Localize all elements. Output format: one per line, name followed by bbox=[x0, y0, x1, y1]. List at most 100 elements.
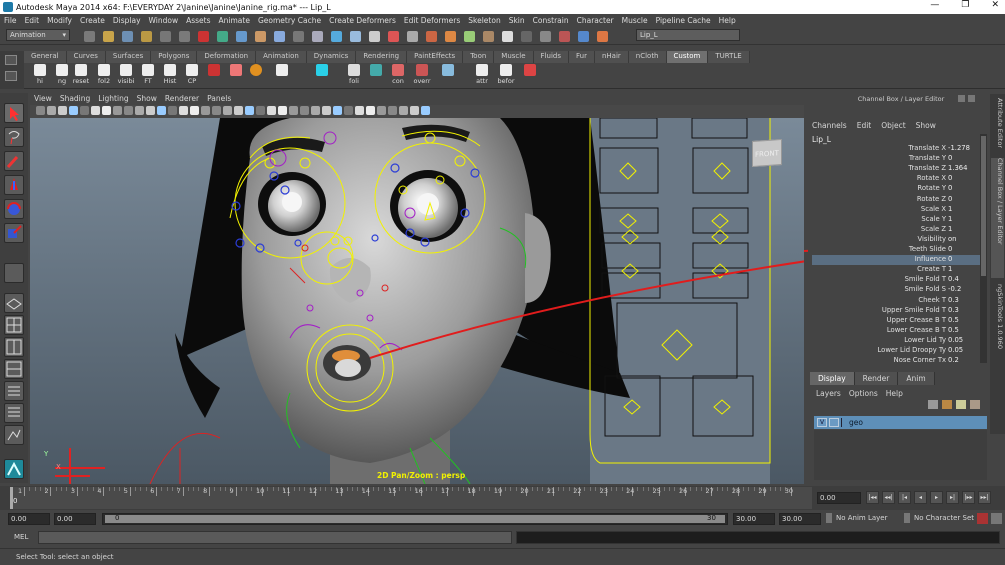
shelf-tab-polygons[interactable]: Polygons bbox=[151, 51, 198, 63]
shelf-editor-icon[interactable] bbox=[5, 71, 17, 81]
step-forward-frame-icon[interactable]: ▸| bbox=[946, 491, 959, 504]
attr-value[interactable]: 0.2 bbox=[948, 356, 959, 364]
attr-row-smile-fold-s[interactable]: Smile Fold S -0.2 bbox=[812, 285, 984, 295]
panel-tool-20-icon[interactable] bbox=[245, 106, 254, 115]
attr-value[interactable]: on bbox=[948, 235, 956, 243]
menu-animate[interactable]: Animate bbox=[219, 16, 250, 25]
menu-muscle[interactable]: Muscle bbox=[622, 16, 648, 25]
shelf-button-ft[interactable]: FT bbox=[138, 64, 158, 88]
status-tool-23-icon[interactable] bbox=[502, 31, 513, 42]
attr-row-scale-z[interactable]: Scale Z1 bbox=[812, 225, 984, 235]
channel-menu-object[interactable]: Object bbox=[881, 121, 905, 130]
shelf-button-con[interactable]: con bbox=[388, 64, 408, 88]
shelf-button-tool-15[interactable] bbox=[366, 64, 386, 88]
auto-key-icon[interactable] bbox=[977, 513, 988, 524]
ngskintools-icon[interactable] bbox=[4, 459, 24, 479]
attr-row-lower-crease-b-t[interactable]: Lower Crease B T 0.5 bbox=[812, 326, 984, 336]
status-tool-3-icon[interactable] bbox=[122, 31, 133, 42]
menu-edit-deformers[interactable]: Edit Deformers bbox=[404, 16, 460, 25]
name-field[interactable]: Lip_L bbox=[636, 29, 740, 41]
attr-row-rotate-x[interactable]: Rotate X0 bbox=[812, 174, 984, 184]
panel-tool-8-icon[interactable] bbox=[113, 106, 122, 115]
menu-help[interactable]: Help bbox=[719, 16, 736, 25]
attr-row-influence[interactable]: Influence 0 bbox=[812, 255, 984, 266]
dock-icon[interactable] bbox=[958, 95, 965, 102]
status-tool-4-icon[interactable] bbox=[141, 31, 152, 42]
status-tool-7-icon[interactable] bbox=[198, 31, 209, 42]
channel-box-scrollbar[interactable] bbox=[980, 134, 987, 363]
panel-tool-2-icon[interactable] bbox=[47, 106, 56, 115]
attr-value[interactable]: 0 bbox=[948, 195, 952, 203]
attr-row-teeth-slide[interactable]: Teeth Slide 0 bbox=[812, 245, 984, 255]
shelf-tab-ncloth[interactable]: nCloth bbox=[628, 51, 667, 63]
panel-tool-16-icon[interactable] bbox=[201, 106, 210, 115]
panel-tool-32-icon[interactable] bbox=[377, 106, 386, 115]
layer-menu-options[interactable]: Options bbox=[849, 389, 878, 398]
layer-color-swatch[interactable] bbox=[841, 418, 847, 427]
panel-tool-24-icon[interactable] bbox=[289, 106, 298, 115]
panel-tool-12-icon[interactable] bbox=[157, 106, 166, 115]
attr-value[interactable]: 0 bbox=[948, 245, 952, 253]
panel-tool-21-icon[interactable] bbox=[256, 106, 265, 115]
attr-row-upper-smile-fold-t[interactable]: Upper Smile Fold T 0.3 bbox=[812, 306, 984, 316]
status-tool-17-icon[interactable] bbox=[388, 31, 399, 42]
close-button[interactable]: ✕ bbox=[991, 0, 999, 10]
shelf-tab-turtle[interactable]: TURTLE bbox=[708, 51, 750, 63]
attr-row-smile-fold-t[interactable]: Smile Fold T 0.4 bbox=[812, 275, 984, 285]
attr-row-visibility[interactable]: Visibility on bbox=[812, 235, 984, 245]
menu-display[interactable]: Display bbox=[113, 16, 141, 25]
status-tool-15-icon[interactable] bbox=[350, 31, 361, 42]
attr-row-scale-x[interactable]: Scale X1 bbox=[812, 205, 984, 215]
channel-menu-channels[interactable]: Channels bbox=[812, 121, 847, 130]
shelf-button-visibi[interactable]: visibi bbox=[116, 64, 136, 88]
viewport-persp[interactable]: FRONT 2D Pan/Zoom : persp Y X bbox=[30, 118, 804, 484]
status-tool-16-icon[interactable] bbox=[369, 31, 380, 42]
channel-menu-edit[interactable]: Edit bbox=[857, 121, 872, 130]
attr-value[interactable]: 0 bbox=[948, 255, 952, 263]
shelf-button-overr[interactable]: overr bbox=[412, 64, 432, 88]
attr-value[interactable]: 1 bbox=[948, 215, 952, 223]
panel-tool-10-icon[interactable] bbox=[135, 106, 144, 115]
shelf-menu-icon[interactable] bbox=[5, 55, 17, 65]
status-tool-8-icon[interactable] bbox=[217, 31, 228, 42]
attr-row-lower-lid-ty[interactable]: Lower Lid Ty 0.05 bbox=[812, 336, 984, 346]
move-tool-icon[interactable] bbox=[4, 175, 24, 195]
shelf-button-tool-21[interactable] bbox=[520, 64, 540, 88]
panel-tool-36-icon[interactable] bbox=[421, 106, 430, 115]
layout-four-icon[interactable] bbox=[4, 315, 24, 335]
panel-tool-23-icon[interactable] bbox=[278, 106, 287, 115]
menu-window[interactable]: Window bbox=[149, 16, 179, 25]
attr-value[interactable]: 0 bbox=[948, 184, 952, 192]
animation-end-field[interactable]: 30.00 bbox=[779, 513, 821, 525]
attr-row-lower-lid-droopy-ty[interactable]: Lower Lid Droopy Ty 0.05 bbox=[812, 346, 984, 356]
panel-tool-19-icon[interactable] bbox=[234, 106, 243, 115]
panel-menu-renderer[interactable]: Renderer bbox=[165, 94, 199, 105]
layout-hypershade-icon[interactable] bbox=[4, 403, 24, 423]
anim-layer-field[interactable]: No Anim Layer bbox=[836, 514, 887, 522]
character-set-field[interactable]: No Character Set bbox=[914, 514, 974, 522]
shelf-tab-fluids[interactable]: Fluids bbox=[533, 51, 569, 63]
panel-tool-17-icon[interactable] bbox=[212, 106, 221, 115]
panel-tool-30-icon[interactable] bbox=[355, 106, 364, 115]
shelf-button-reset[interactable]: reset bbox=[71, 64, 91, 88]
shelf-tab-painteffects[interactable]: PaintEffects bbox=[407, 51, 464, 63]
panel-menu-lighting[interactable]: Lighting bbox=[98, 94, 128, 105]
shelf-button-befor[interactable]: befor bbox=[496, 64, 516, 88]
shelf-button-hist[interactable]: Hist bbox=[160, 64, 180, 88]
preferences-icon[interactable] bbox=[991, 513, 1002, 524]
status-tool-28-icon[interactable] bbox=[597, 31, 608, 42]
menu-edit[interactable]: Edit bbox=[25, 16, 40, 25]
lasso-tool-icon[interactable] bbox=[4, 127, 24, 147]
ngskintools-tab[interactable]: ngSkinTools 1.0.960 bbox=[991, 284, 1004, 384]
panel-tool-28-icon[interactable] bbox=[333, 106, 342, 115]
status-tool-5-icon[interactable] bbox=[160, 31, 171, 42]
panel-tool-3-icon[interactable] bbox=[58, 106, 67, 115]
playback-start-field[interactable]: 0.00 bbox=[54, 513, 96, 525]
maximize-button[interactable]: ❐ bbox=[961, 0, 969, 10]
panel-menu-shading[interactable]: Shading bbox=[60, 94, 90, 105]
attr-value[interactable]: -0.2 bbox=[948, 285, 961, 293]
layer-tab-anim[interactable]: Anim bbox=[898, 372, 935, 385]
shelf-tab-fur[interactable]: Fur bbox=[568, 51, 595, 63]
attr-value[interactable]: 1.364 bbox=[948, 164, 967, 172]
channel-menu-show[interactable]: Show bbox=[916, 121, 936, 130]
